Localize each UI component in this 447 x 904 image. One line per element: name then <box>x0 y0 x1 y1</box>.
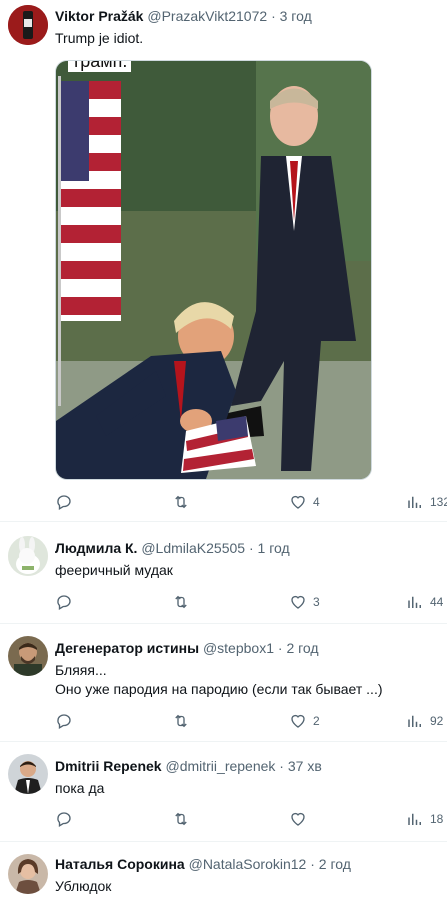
timestamp[interactable]: 1 год <box>258 540 290 556</box>
views-button[interactable]: 92 <box>406 711 443 731</box>
separator-dot: · <box>279 758 284 774</box>
like-count: 4 <box>313 495 320 509</box>
author-name[interactable]: Наталья Сорокина <box>55 856 185 872</box>
retweet-button[interactable] <box>172 592 196 612</box>
reply-button[interactable] <box>55 711 79 731</box>
like-button[interactable] <box>289 809 313 829</box>
timestamp[interactable]: 2 год <box>319 856 351 872</box>
like-button[interactable]: 2 <box>289 711 320 731</box>
separator-dot: · <box>271 8 276 24</box>
author-handle[interactable]: @PrazakVikt21072 <box>147 8 267 24</box>
separator-dot: · <box>277 640 283 656</box>
author-handle[interactable]: @LdmilaK25505 <box>141 540 245 556</box>
tweet-header: Людмила К. @LdmilaK25505 · 1 год <box>55 540 290 556</box>
like-icon <box>291 714 305 728</box>
reply-button[interactable] <box>55 809 79 829</box>
image-caption-text: трамп. <box>68 61 132 72</box>
views-button[interactable]: 18 <box>406 809 443 829</box>
reply-icon <box>57 495 71 510</box>
tweet[interactable]: Наталья Сорокина @NatalaSorokin12 · 2 го… <box>0 842 447 904</box>
timestamp[interactable]: 37 хв <box>288 758 322 774</box>
reply-icon <box>57 812 71 827</box>
tweet-actions: 4 132 <box>55 492 447 512</box>
tweet[interactable]: Дегенератор истины @stepbox1 · 2 год Бля… <box>0 624 447 742</box>
author-name[interactable]: Viktor Pražák <box>55 8 143 24</box>
retweet-button[interactable] <box>172 809 196 829</box>
timestamp[interactable]: 2 год <box>286 640 318 656</box>
retweet-button[interactable] <box>172 711 196 731</box>
tweet[interactable]: Людмила К. @LdmilaK25505 · 1 год фееричн… <box>0 522 447 624</box>
like-icon <box>291 495 305 509</box>
views-count: 92 <box>430 714 444 728</box>
tweet-text-line: Trump je idiot. <box>55 30 144 46</box>
author-handle[interactable]: @stepbox1 <box>203 640 274 656</box>
author-name[interactable]: Dmitrii Repenek <box>55 758 162 774</box>
views-count: 132 <box>430 495 447 509</box>
like-button[interactable]: 3 <box>289 592 320 612</box>
views-icon <box>408 813 421 825</box>
photo-illustration <box>56 61 371 479</box>
reply-icon <box>57 595 71 610</box>
tweet-image[interactable]: трамп. <box>55 60 372 480</box>
tweet-header: Dmitrii Repenek @dmitrii_repenek · 37 хв <box>55 758 322 774</box>
like-icon <box>291 595 305 609</box>
tweet-header: Viktor Pražák @PrazakVikt21072 · 3 год <box>55 8 312 24</box>
separator-dot: · <box>248 540 254 556</box>
views-button[interactable]: 44 <box>406 592 443 612</box>
tweet[interactable]: Dmitrii Repenek @dmitrii_repenek · 37 хв… <box>0 742 447 842</box>
retweet-icon <box>175 812 187 826</box>
author-name[interactable]: Людмила К. <box>55 540 137 556</box>
avatar[interactable] <box>8 536 48 576</box>
like-count: 3 <box>313 595 320 609</box>
views-icon <box>408 596 421 608</box>
tweet[interactable]: Viktor Pražák @PrazakVikt21072 · 3 год T… <box>0 0 447 522</box>
retweet-button[interactable] <box>172 492 196 512</box>
views-count: 44 <box>430 595 444 609</box>
tweet-text: Ублюдок <box>55 877 111 896</box>
tweet-text-line: Бляяя... <box>55 662 107 678</box>
retweet-icon <box>175 714 187 728</box>
timestamp[interactable]: 3 год <box>280 8 312 24</box>
tweet-text: Бляяя... Оно уже пародия на пародию (есл… <box>55 661 383 699</box>
views-icon <box>408 496 421 508</box>
author-handle[interactable]: @NatalaSorokin12 <box>189 856 307 872</box>
tweet-header: Наталья Сорокина @NatalaSorokin12 · 2 го… <box>55 856 351 872</box>
tweet-text: Trump je idiot. <box>55 29 143 48</box>
tweet-text-line: Ублюдок <box>55 878 112 894</box>
tweet-text-line: пока да <box>55 780 105 796</box>
views-count: 18 <box>430 812 444 826</box>
like-icon <box>291 812 305 826</box>
author-handle[interactable]: @dmitrii_repenek <box>165 758 275 774</box>
tweet-text: пока да <box>55 779 104 798</box>
tweet-actions: 3 44 <box>55 592 447 612</box>
views-icon <box>408 715 421 727</box>
avatar[interactable] <box>8 754 48 794</box>
author-name[interactable]: Дегенератор истины <box>55 640 199 656</box>
avatar[interactable] <box>8 5 48 45</box>
reply-button[interactable] <box>55 592 79 612</box>
avatar[interactable] <box>8 854 48 894</box>
like-button[interactable]: 4 <box>289 492 320 512</box>
like-count: 2 <box>313 714 320 728</box>
tweet-actions: 2 92 <box>55 711 447 731</box>
avatar[interactable] <box>8 636 48 676</box>
retweet-icon <box>175 495 187 509</box>
tweet-actions: 18 <box>55 809 447 829</box>
tweet-text-line: фееричный мудак <box>55 562 173 578</box>
retweet-icon <box>175 595 187 609</box>
reply-button[interactable] <box>55 492 79 512</box>
tweet-header: Дегенератор истины @stepbox1 · 2 год <box>55 640 319 656</box>
views-button[interactable]: 132 <box>406 492 447 512</box>
tweet-text: фееричный мудак <box>55 561 173 580</box>
separator-dot: · <box>310 856 315 872</box>
reply-icon <box>57 714 71 729</box>
tweet-text-line: Оно уже пародия на пародию (если так быв… <box>55 681 383 697</box>
